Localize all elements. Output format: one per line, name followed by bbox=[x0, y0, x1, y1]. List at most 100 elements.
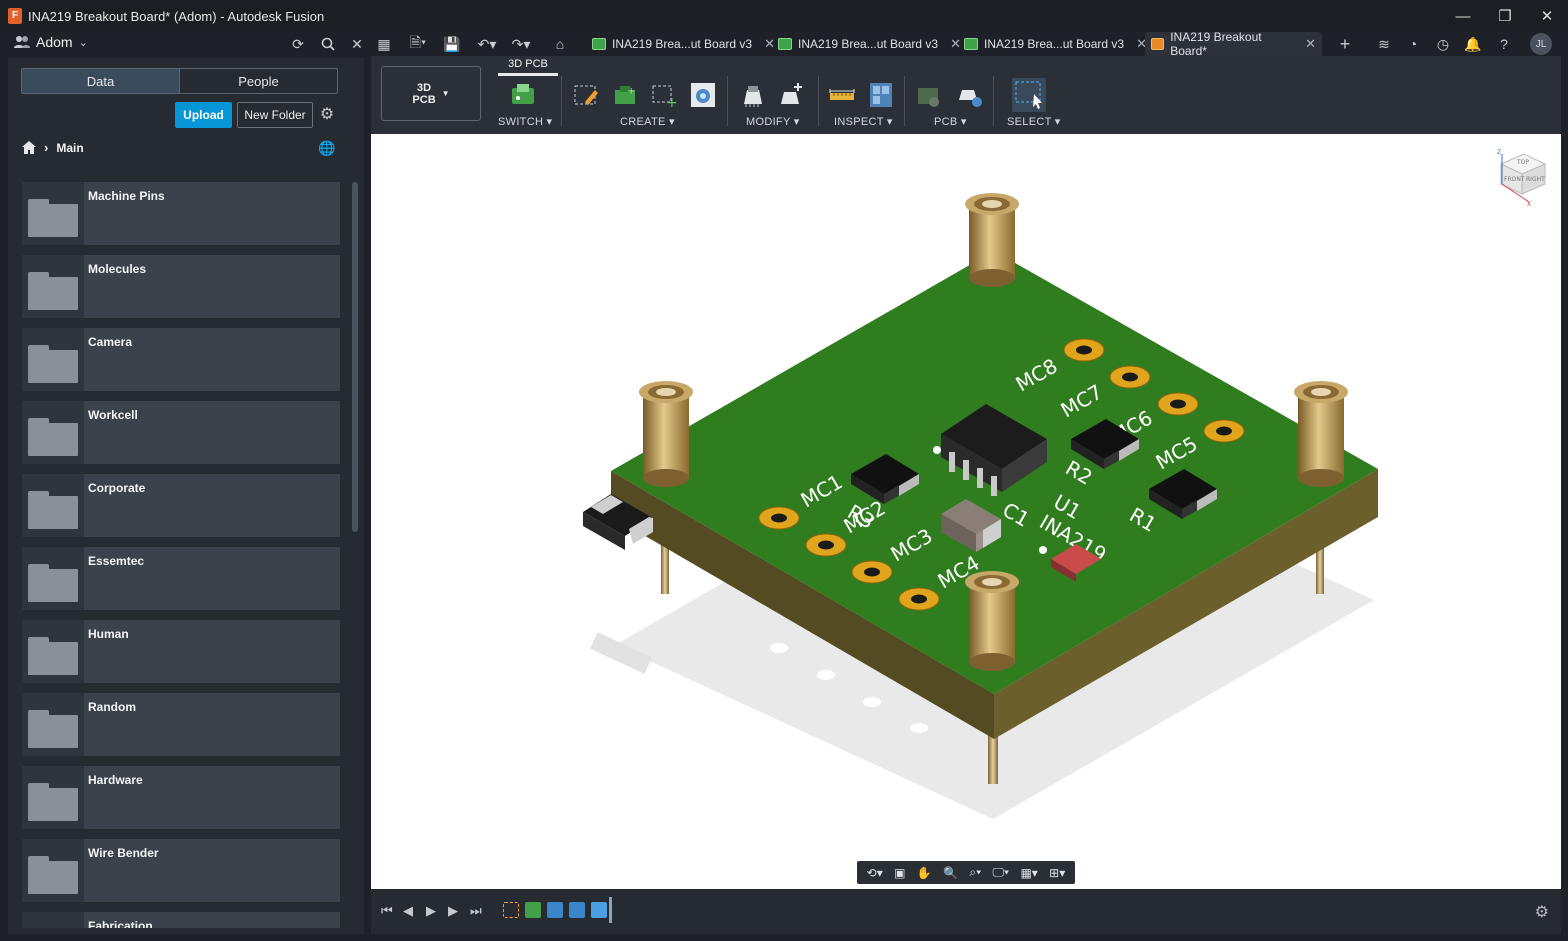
go-to-start-icon[interactable]: ⏮ bbox=[381, 903, 393, 919]
view-cube[interactable]: TOP FRONT RIGHT Z X bbox=[1497, 149, 1547, 208]
create-component-icon[interactable]: + bbox=[610, 80, 640, 110]
file-menu-icon[interactable]: 🗎▾ bbox=[404, 34, 432, 54]
refresh-icon[interactable]: ⟳ bbox=[288, 34, 308, 54]
tab-data[interactable]: Data bbox=[22, 69, 180, 93]
section-analysis-icon[interactable] bbox=[866, 80, 896, 110]
create-group-label[interactable]: CREATE ▾ bbox=[620, 115, 675, 128]
create-3d-body-icon[interactable] bbox=[688, 80, 718, 110]
step-back-icon[interactable]: ◀ bbox=[403, 903, 413, 919]
svg-text:X: X bbox=[1527, 201, 1531, 208]
search-icon[interactable] bbox=[318, 34, 338, 54]
close-panel-icon[interactable]: ✕ bbox=[347, 34, 367, 54]
folder-item[interactable]: Corporate bbox=[22, 474, 340, 537]
timeline-pcb-feature-icon[interactable] bbox=[525, 902, 541, 918]
restore-button[interactable]: ❐ bbox=[1484, 0, 1526, 32]
extensions-icon[interactable]: ≋ bbox=[1374, 34, 1394, 54]
go-to-end-icon[interactable]: ⏭ bbox=[470, 903, 482, 919]
folder-item[interactable]: Hardware bbox=[22, 766, 340, 829]
select-window-icon[interactable] bbox=[1012, 78, 1046, 112]
play-icon[interactable]: ▶ bbox=[426, 903, 436, 919]
tab-3d-pcb[interactable]: 3D PCB bbox=[498, 58, 558, 76]
folder-item[interactable]: Random bbox=[22, 693, 340, 756]
pcb-3d-model[interactable]: MC8 MC7 MC6 MC5 MC1 MC2 MC3 MC4 R3 R2 R1… bbox=[371, 134, 1561, 889]
pcb-document-icon bbox=[964, 38, 978, 50]
new-tab-icon[interactable]: + bbox=[1335, 34, 1355, 54]
folder-item[interactable]: Molecules bbox=[22, 255, 340, 318]
folder-name: Hardware bbox=[88, 773, 143, 787]
fusion-app-icon: F bbox=[8, 8, 22, 24]
pcb-settings-icon[interactable] bbox=[955, 80, 985, 110]
folder-item[interactable]: Human bbox=[22, 620, 340, 683]
tab-people[interactable]: People bbox=[180, 69, 337, 93]
measure-icon[interactable] bbox=[827, 80, 857, 110]
switch-board-icon[interactable] bbox=[508, 80, 538, 110]
fit-icon[interactable]: ⌕▾ bbox=[969, 865, 981, 880]
document-tab-2[interactable]: INA219 Brea...ut Board v3 ✕ bbox=[772, 32, 967, 56]
close-tab-icon[interactable]: ✕ bbox=[1305, 36, 1316, 52]
redo-icon[interactable]: ↷▾ bbox=[506, 34, 536, 54]
inspect-group-label[interactable]: INSPECT ▾ bbox=[834, 115, 893, 128]
timeline-marker[interactable] bbox=[609, 897, 612, 923]
upload-button[interactable]: Upload bbox=[175, 102, 232, 128]
svg-text:+: + bbox=[627, 86, 635, 97]
minimize-button[interactable]: — bbox=[1442, 0, 1484, 32]
zoom-icon[interactable]: 🔍 bbox=[943, 866, 958, 880]
timeline-body-feature-icon[interactable] bbox=[569, 902, 585, 918]
gear-icon[interactable]: ⚙ bbox=[317, 104, 337, 124]
notifications-bell-icon[interactable]: 🔔 bbox=[1463, 34, 1483, 54]
user-avatar[interactable]: JL bbox=[1530, 33, 1552, 55]
home-icon[interactable]: ⌂ bbox=[550, 34, 570, 54]
viewports-icon[interactable]: ⊞▾ bbox=[1049, 866, 1065, 880]
pcb-group-label[interactable]: PCB ▾ bbox=[934, 115, 967, 128]
create-sketch-icon[interactable] bbox=[571, 80, 601, 110]
workspace-switcher[interactable]: 3D PCB ▼ bbox=[381, 66, 481, 121]
folder-item[interactable]: Essemtec bbox=[22, 547, 340, 610]
folder-icon bbox=[22, 182, 84, 245]
modify-group-label[interactable]: MODIFY ▾ bbox=[746, 115, 800, 128]
3d-viewport[interactable]: MC8 MC7 MC6 MC5 MC1 MC2 MC3 MC4 R3 R2 R1… bbox=[371, 134, 1561, 889]
folder-item[interactable]: Fabrication bbox=[22, 912, 340, 928]
clock-icon[interactable]: ◷ bbox=[1433, 34, 1453, 54]
title-bar: F INA219 Breakout Board* (Adom) - Autode… bbox=[0, 0, 1568, 32]
document-tab-1[interactable]: INA219 Brea...ut Board v3 ✕ bbox=[586, 32, 781, 56]
save-icon[interactable]: 💾 bbox=[442, 34, 462, 54]
breadcrumb-main[interactable]: Main bbox=[56, 141, 83, 155]
folder-item[interactable]: Workcell bbox=[22, 401, 340, 464]
help-icon[interactable]: ? bbox=[1494, 34, 1514, 54]
timeline-sketch-feature-icon[interactable] bbox=[503, 902, 519, 918]
new-folder-button[interactable]: New Folder bbox=[237, 102, 313, 128]
select-group-label[interactable]: SELECT ▾ bbox=[1007, 115, 1061, 128]
folder-item[interactable]: Machine Pins bbox=[22, 182, 340, 245]
team-selector[interactable]: Adom ⌄ bbox=[14, 34, 88, 50]
orbit-icon[interactable]: ⟲▾ bbox=[867, 866, 883, 880]
undo-icon[interactable]: ↶▾ bbox=[472, 34, 502, 54]
document-tab-4[interactable]: INA219 Breakout Board* ✕ bbox=[1145, 30, 1322, 58]
pcb-sync-icon[interactable] bbox=[914, 80, 944, 110]
folder-item[interactable]: Wire Bender bbox=[22, 839, 340, 902]
display-settings-icon[interactable]: 🖵▾ bbox=[992, 865, 1009, 880]
create-outline-icon[interactable]: + bbox=[649, 80, 679, 110]
timeline-body-feature-icon[interactable] bbox=[547, 902, 563, 918]
pan-hand-icon[interactable]: ✋ bbox=[917, 866, 932, 880]
timeline-settings-gear-icon[interactable]: ⚙ bbox=[1535, 902, 1549, 922]
globe-icon[interactable]: 🌐 bbox=[318, 140, 335, 157]
team-icon bbox=[14, 36, 30, 48]
move-component-icon[interactable] bbox=[776, 80, 806, 110]
switch-group-label[interactable]: SWITCH ▾ bbox=[498, 115, 552, 128]
scrollbar[interactable] bbox=[352, 182, 358, 532]
step-forward-icon[interactable]: ▶ bbox=[448, 903, 458, 919]
modify-package-icon[interactable] bbox=[738, 80, 768, 110]
folder-item[interactable]: Camera bbox=[22, 328, 340, 391]
close-window-button[interactable]: ✕ bbox=[1526, 0, 1568, 32]
look-at-icon[interactable]: ▣ bbox=[894, 866, 905, 880]
document-tab-3[interactable]: INA219 Brea...ut Board v3 ✕ bbox=[958, 32, 1153, 56]
grid-icon[interactable]: ▦▾ bbox=[1020, 866, 1037, 880]
svg-text:TOP: TOP bbox=[1516, 159, 1529, 166]
job-status-icon[interactable]: ◔ bbox=[1403, 34, 1423, 54]
timeline-component-feature-icon[interactable] bbox=[591, 902, 607, 918]
home-icon[interactable] bbox=[22, 141, 36, 154]
chevron-down-icon: ▼ bbox=[441, 88, 450, 98]
data-panel-tabs: Data People bbox=[21, 68, 338, 94]
apps-grid-icon[interactable]: ▦ bbox=[374, 34, 394, 54]
workspace-label: 3D PCB bbox=[412, 81, 436, 106]
